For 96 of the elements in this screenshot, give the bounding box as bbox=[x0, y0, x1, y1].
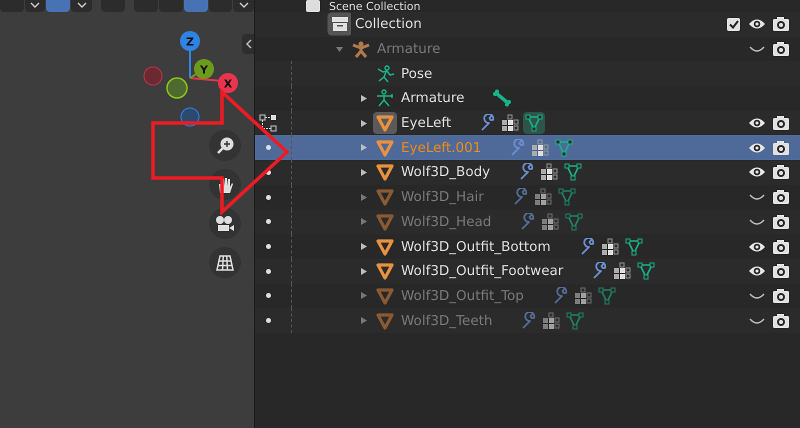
y-axis-line bbox=[189, 72, 199, 79]
zoom-button[interactable] bbox=[209, 130, 241, 161]
eye-icon[interactable] bbox=[748, 17, 766, 32]
vertex-groups-icon bbox=[531, 138, 550, 157]
outliner-row[interactable]: EyeLeft bbox=[255, 110, 800, 136]
vertex-groups-icon bbox=[574, 286, 592, 305]
caret-icon bbox=[238, 2, 249, 8]
wrench-icon bbox=[552, 286, 570, 305]
expand-arrow-icon[interactable] bbox=[358, 94, 368, 103]
mesh-data-icon bbox=[562, 161, 584, 184]
item-name: Pose bbox=[401, 66, 432, 82]
dot-icon bbox=[266, 318, 270, 324]
vertex-groups-icon bbox=[542, 312, 560, 330]
bone-icon bbox=[492, 89, 512, 108]
mesh-data-icon bbox=[596, 284, 618, 307]
running-figure-icon bbox=[375, 64, 395, 83]
vertex-groups-icon bbox=[541, 212, 560, 231]
zoom-icon bbox=[215, 136, 235, 156]
item-name: Wolf3D_Outfit_Bottom bbox=[401, 238, 551, 255]
stick-figure-icon bbox=[375, 89, 395, 108]
negative-y-handle[interactable] bbox=[166, 77, 188, 99]
caret-icon bbox=[30, 2, 40, 8]
vertex-groups-icon bbox=[600, 238, 619, 256]
camera-icon[interactable] bbox=[772, 288, 790, 304]
item-name: Armature bbox=[377, 41, 440, 58]
camera-icon[interactable] bbox=[772, 238, 790, 255]
camera-icon[interactable] bbox=[772, 214, 790, 230]
vertex-groups-icon bbox=[613, 262, 632, 280]
movie-camera-icon bbox=[214, 214, 236, 234]
eye-icon[interactable] bbox=[748, 264, 766, 278]
vertex-groups-icon bbox=[540, 163, 558, 182]
mesh-data-icon bbox=[523, 112, 546, 134]
camera-icon[interactable] bbox=[772, 189, 790, 206]
vertex-groups-icon bbox=[534, 188, 552, 206]
expand-arrow-icon[interactable] bbox=[358, 266, 368, 276]
dot-icon bbox=[266, 293, 270, 298]
mesh-data-icon bbox=[556, 186, 578, 208]
item-name: Wolf3D_Outfit_Top bbox=[401, 288, 524, 304]
dot-icon bbox=[266, 219, 270, 224]
camera-icon[interactable] bbox=[772, 41, 790, 58]
collection-box-icon bbox=[327, 12, 351, 36]
expand-arrow-icon[interactable] bbox=[358, 118, 368, 128]
camera-icon[interactable] bbox=[772, 16, 790, 32]
item-name: Scene Collection bbox=[329, 0, 420, 12]
axis-handle[interactable]: X bbox=[218, 73, 238, 93]
axis-handle[interactable]: Z bbox=[180, 31, 200, 51]
item-name: Wolf3D_Teeth bbox=[401, 312, 492, 329]
camera-icon[interactable] bbox=[772, 164, 790, 180]
mesh-data-icon bbox=[635, 260, 658, 282]
wrench-icon bbox=[512, 188, 530, 206]
checkbox[interactable] bbox=[727, 18, 740, 31]
dot-icon bbox=[266, 194, 270, 200]
item-name: Armature bbox=[401, 90, 464, 106]
expand-arrow-icon[interactable] bbox=[358, 217, 368, 226]
eye-icon[interactable] bbox=[748, 140, 766, 155]
vertex-groups-icon bbox=[501, 114, 520, 132]
expand-arrow-icon[interactable] bbox=[358, 168, 368, 177]
expand-arrow-icon[interactable] bbox=[358, 192, 368, 202]
negative-x-handle[interactable] bbox=[144, 66, 162, 86]
dot-icon bbox=[266, 268, 270, 274]
mesh-data-icon bbox=[564, 310, 586, 332]
chevron-left-icon bbox=[244, 39, 252, 49]
mesh-data-icon bbox=[563, 210, 586, 233]
item-name: Wolf3D_Outfit_Footwear bbox=[401, 263, 564, 280]
expand-arrow-icon[interactable] bbox=[334, 44, 344, 54]
negative-z-handle[interactable] bbox=[180, 108, 200, 126]
dot-icon bbox=[266, 145, 270, 150]
item-name: Wolf3D_Head bbox=[401, 214, 492, 230]
camera-icon[interactable] bbox=[772, 263, 790, 280]
wrench-icon bbox=[578, 238, 597, 256]
eye-icon[interactable] bbox=[748, 165, 766, 180]
camera-icon[interactable] bbox=[772, 312, 790, 329]
item-name: Collection bbox=[355, 16, 422, 32]
eye-icon[interactable] bbox=[748, 240, 766, 254]
box-icon bbox=[305, 0, 321, 12]
axis-handle[interactable]: Y bbox=[194, 59, 214, 79]
item-name: Wolf3D_Hair bbox=[401, 189, 484, 206]
camera-icon[interactable] bbox=[772, 115, 790, 132]
expand-arrow-icon[interactable] bbox=[358, 291, 368, 300]
item-name: EyeLeft.001 bbox=[401, 140, 482, 156]
grid-icon bbox=[215, 252, 235, 272]
sidebar-toggle-tab[interactable] bbox=[242, 34, 254, 54]
dot-icon bbox=[266, 170, 270, 175]
dot-icon bbox=[266, 244, 270, 250]
item-name: EyeLeft bbox=[401, 115, 452, 132]
mesh-data-icon bbox=[553, 136, 576, 159]
armature-figure-icon bbox=[351, 40, 371, 58]
camera-button[interactable] bbox=[209, 208, 241, 239]
grid-view-button[interactable] bbox=[209, 247, 241, 278]
camera-icon[interactable] bbox=[772, 140, 790, 156]
caret-icon bbox=[76, 2, 87, 8]
expand-arrow-icon[interactable] bbox=[358, 316, 368, 326]
eye-icon[interactable] bbox=[748, 116, 766, 130]
item-name: Wolf3D_Body bbox=[401, 164, 490, 180]
mesh-data-icon bbox=[622, 236, 645, 258]
expand-arrow-icon[interactable] bbox=[358, 242, 368, 252]
